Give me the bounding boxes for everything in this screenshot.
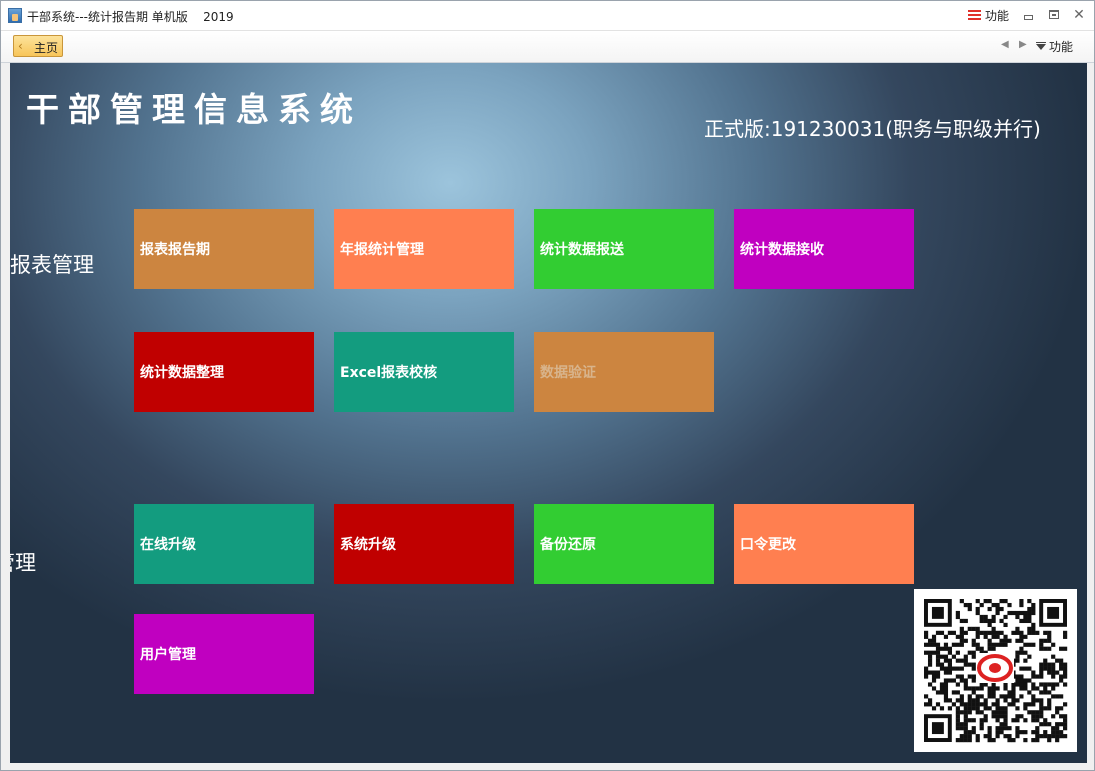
section-label-admin: 管理 xyxy=(10,551,36,575)
tile-system-upgrade[interactable]: 系统升级 xyxy=(334,504,514,584)
tab-bar: ‹ 主页 ◀ ▶ 功能 xyxy=(1,31,1094,63)
tile-data-receive[interactable]: 统计数据接收 xyxy=(734,209,914,289)
scroll-right-icon[interactable]: ▶ xyxy=(1019,39,1027,50)
close-button[interactable]: ✕ xyxy=(1072,8,1086,22)
title-bar: 干部系统---统计报告期 单机版 2019 功能 ✕ xyxy=(1,1,1094,31)
qr-code-graphic xyxy=(924,599,1068,743)
scroll-left-icon[interactable]: ◀ xyxy=(1001,39,1009,50)
tile-password-change[interactable]: 口令更改 xyxy=(734,504,914,584)
tile-online-upgrade[interactable]: 在线升级 xyxy=(134,504,314,584)
tab-home[interactable]: ‹ 主页 xyxy=(13,35,63,57)
status-bar xyxy=(1,763,1094,770)
tile-report-period[interactable]: 报表报告期 xyxy=(134,209,314,289)
title-func-menu[interactable]: 功能 xyxy=(968,7,1009,24)
system-title: 干部管理信息系统 xyxy=(26,90,362,129)
tile-data-organize[interactable]: 统计数据整理 xyxy=(134,332,314,412)
version-text: 正式版:191230031(职务与职级并行) xyxy=(704,117,1041,141)
minimize-button[interactable] xyxy=(1022,8,1036,22)
qr-code xyxy=(914,589,1077,752)
tab-home-label: 主页 xyxy=(34,41,59,55)
tile-data-verify[interactable]: 数据验证 xyxy=(534,332,714,412)
title-func-label: 功能 xyxy=(985,9,1010,23)
tile-annual-stats[interactable]: 年报统计管理 xyxy=(334,209,514,289)
app-icon xyxy=(8,8,22,23)
main-panel: 干部管理信息系统 正式版:191230031(职务与职级并行) 报表管理 管理 … xyxy=(10,63,1087,763)
chevron-left-icon: ‹ xyxy=(18,39,23,53)
app-window: 干部系统---统计报告期 单机版 2019 功能 ✕ ‹ 主页 ◀ ▶ 功能 干… xyxy=(0,0,1095,771)
maximize-button[interactable] xyxy=(1047,8,1061,22)
tile-user-manage[interactable]: 用户管理 xyxy=(134,614,314,694)
tab-func-label: 功能 xyxy=(1049,40,1074,54)
tile-data-submit[interactable]: 统计数据报送 xyxy=(534,209,714,289)
tile-excel-check[interactable]: Excel报表校核 xyxy=(334,332,514,412)
tab-func-menu[interactable]: 功能 xyxy=(1036,38,1073,55)
filter-icon xyxy=(1036,41,1046,50)
tile-backup-restore[interactable]: 备份还原 xyxy=(534,504,714,584)
window-title: 干部系统---统计报告期 单机版 2019 xyxy=(27,10,234,24)
section-label-report: 报表管理 xyxy=(10,253,94,277)
menu-icon xyxy=(968,10,981,21)
